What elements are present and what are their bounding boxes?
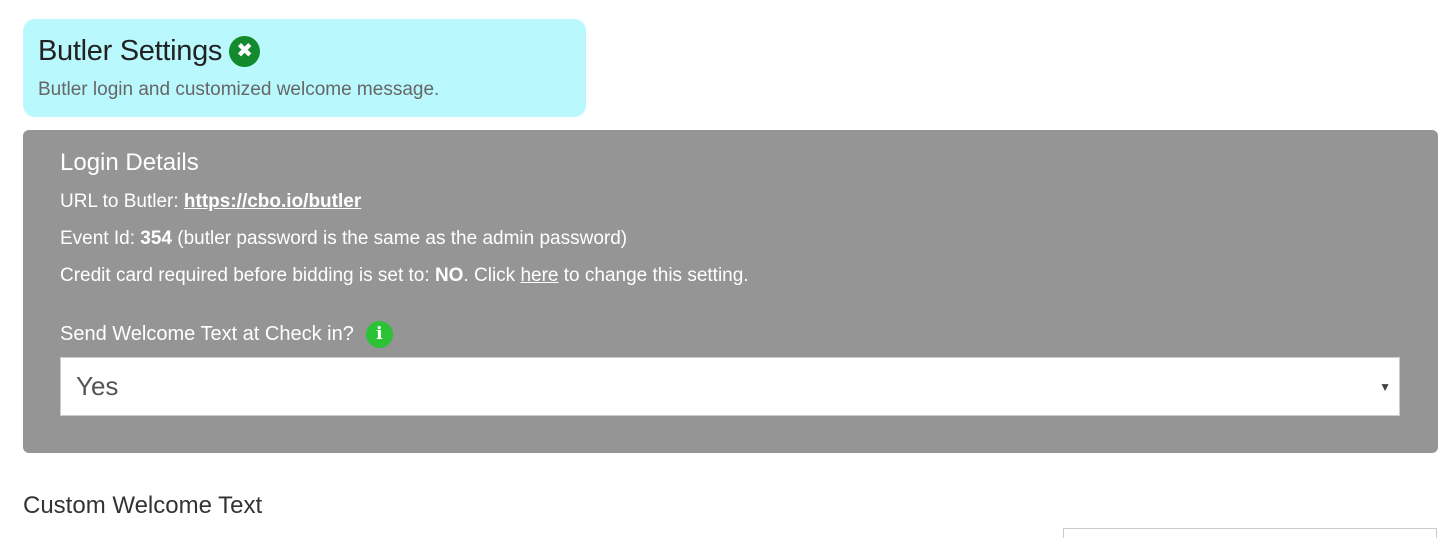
welcome-text-editor[interactable] — [1063, 528, 1437, 538]
butler-url-line: URL to Butler: https://cbo.io/butler — [60, 188, 1401, 215]
event-id-label: Event Id: — [60, 228, 141, 249]
settings-header-card: Butler Settings ✖ Butler login and custo… — [23, 19, 586, 117]
credit-card-label: Credit card required before bidding is s… — [60, 265, 435, 286]
close-icon[interactable]: ✖ — [229, 35, 261, 67]
login-details-panel: Login Details URL to Butler: https://cbo… — [23, 130, 1438, 453]
credit-card-line: Credit card required before bidding is s… — [60, 262, 1401, 289]
welcome-text-select[interactable]: Yes ▼ — [60, 357, 1400, 416]
credit-card-mid: . Click — [463, 265, 521, 286]
welcome-text-label-row: Send Welcome Text at Check in? i — [60, 319, 1401, 349]
butler-url-link[interactable]: https://cbo.io/butler — [184, 191, 361, 212]
credit-card-value: NO — [434, 265, 464, 286]
welcome-text-selected-value: Yes — [76, 371, 119, 401]
change-setting-link[interactable]: here — [520, 265, 558, 286]
welcome-text-label: Send Welcome Text at Check in? — [60, 322, 354, 345]
page-subtitle: Butler login and customized welcome mess… — [38, 79, 440, 100]
page-title: Butler Settings — [38, 34, 223, 67]
info-icon[interactable]: i — [365, 320, 393, 348]
panel-title: Login Details — [60, 149, 199, 176]
event-id-line: Event Id: 354 (butler password is the sa… — [60, 225, 1401, 252]
url-label: URL to Butler: — [60, 191, 184, 212]
event-id-note: (butler password is the same as the admi… — [171, 228, 628, 249]
chevron-down-icon: ▼ — [1379, 379, 1391, 394]
title-row: Butler Settings ✖ — [38, 33, 571, 69]
credit-card-suffix: to change this setting. — [558, 265, 749, 286]
event-id-value: 354 — [140, 228, 172, 249]
custom-welcome-heading: Custom Welcome Text — [23, 492, 263, 519]
